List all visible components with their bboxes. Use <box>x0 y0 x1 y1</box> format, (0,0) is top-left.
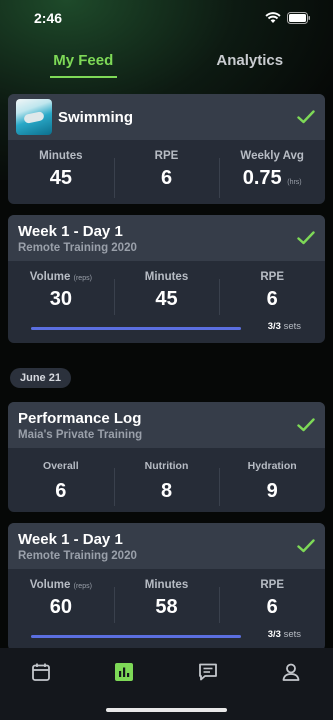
status-bar: 2:46 <box>0 0 333 36</box>
card-stats: Minutes 45 RPE 6 Weekly Avg 0.75 (hrs) <box>8 140 325 204</box>
stat-label-row: Volume (reps) <box>8 579 114 591</box>
stat-value: 0.75 <box>242 167 282 189</box>
check-icon <box>297 539 315 553</box>
stat-rpe: RPE 6 <box>219 579 325 629</box>
card-subtitle: Remote Training 2020 <box>18 242 137 254</box>
card-header: Performance Log Maia's Private Training <box>8 402 325 448</box>
nav-analytics[interactable] <box>112 660 136 684</box>
check-icon <box>297 231 315 245</box>
card-subtitle: Remote Training 2020 <box>18 550 137 562</box>
stat-label: Weekly Avg <box>240 150 304 162</box>
status-time: 2:46 <box>34 10 63 26</box>
stat-volume: Volume (reps) 60 <box>8 579 114 629</box>
stat-value: 30 <box>49 288 72 310</box>
feed-list: Swimming Minutes 45 RPE 6 Weekly Avg 0.7… <box>8 94 325 662</box>
stat-label: RPE <box>154 150 179 162</box>
stat-value: 6 <box>160 167 173 189</box>
tab-analytics-label: Analytics <box>216 52 284 69</box>
stat-rpe: RPE 6 <box>113 150 220 204</box>
nav-profile[interactable] <box>279 660 303 684</box>
progress-track <box>31 327 241 330</box>
sets-done: 3/3 <box>267 629 281 640</box>
progress-track <box>31 635 241 638</box>
progress-fill <box>31 635 241 638</box>
stat-label: Minutes <box>144 579 189 591</box>
stat-hydration: Hydration 9 <box>219 460 325 512</box>
calendar-icon <box>32 663 50 681</box>
card-header: Swimming <box>8 94 325 140</box>
status-icons <box>265 12 311 24</box>
date-divider: June 21 <box>10 368 71 388</box>
stat-value: 60 <box>49 596 72 618</box>
card-title: Week 1 - Day 1 <box>18 223 123 240</box>
card-stats: Volume (reps) 60 Minutes 58 RPE 6 <box>8 569 325 629</box>
stat-label: Overall <box>43 460 79 472</box>
sets-suffix: sets <box>283 321 301 332</box>
progress-fill <box>31 327 241 330</box>
wifi-icon <box>265 12 281 23</box>
workout-card-week1-day1[interactable]: Week 1 - Day 1 Remote Training 2020 Volu… <box>8 523 325 651</box>
home-indicator <box>106 708 227 712</box>
stat-label-unit: (reps) <box>73 275 92 282</box>
stat-value-row: 0.75 (hrs) <box>219 167 325 190</box>
profile-icon <box>282 663 300 681</box>
battery-icon <box>287 12 310 24</box>
card-title: Week 1 - Day 1 <box>18 531 123 548</box>
stat-label: Volume <box>29 579 71 591</box>
stat-label: RPE <box>260 579 284 591</box>
sets-count: 3/3 sets <box>268 321 301 332</box>
stat-minutes: Minutes 45 <box>8 150 114 204</box>
tab-my-feed-label: My Feed <box>53 52 114 69</box>
stat-label: Hydration <box>247 460 297 472</box>
stat-value: 9 <box>266 480 278 502</box>
card-title: Swimming <box>58 108 134 126</box>
nav-messages[interactable] <box>196 660 220 684</box>
stat-label-unit: (reps) <box>73 583 92 590</box>
card-stats: Overall 6 Nutrition 8 Hydration 9 <box>8 448 325 512</box>
card-stats: Volume (reps) 30 Minutes 45 RPE 6 <box>8 261 325 321</box>
stat-label: Nutrition <box>144 460 189 472</box>
check-icon <box>297 110 315 124</box>
stat-label: RPE <box>260 271 284 283</box>
check-icon <box>297 418 315 432</box>
card-subtitle: Maia's Private Training <box>18 429 143 441</box>
sets-done: 3/3 <box>267 321 281 332</box>
stat-value: 58 <box>155 596 178 618</box>
stat-value: 6 <box>266 596 278 618</box>
swimming-thumbnail <box>16 99 52 135</box>
stat-value: 45 <box>155 288 178 310</box>
feed-tabs: My Feed Analytics <box>0 46 333 80</box>
sets-progress: 3/3 sets <box>8 321 325 343</box>
stat-value: 6 <box>266 288 278 310</box>
card-header: Week 1 - Day 1 Remote Training 2020 <box>8 523 325 569</box>
card-header: Week 1 - Day 1 Remote Training 2020 <box>8 215 325 261</box>
stat-label: Volume <box>29 271 71 283</box>
sets-count: 3/3 sets <box>268 629 301 640</box>
performance-log-card[interactable]: Performance Log Maia's Private Training … <box>8 402 325 512</box>
stat-unit: (hrs) <box>287 179 302 186</box>
stat-value: 6 <box>55 480 67 502</box>
stat-label: Minutes <box>39 150 83 162</box>
stat-minutes: Minutes 58 <box>113 579 220 629</box>
stat-nutrition: Nutrition 8 <box>113 460 220 512</box>
message-icon <box>199 663 217 681</box>
stat-volume: Volume (reps) 30 <box>8 271 114 321</box>
stat-label: Minutes <box>144 271 189 283</box>
tab-my-feed[interactable]: My Feed <box>0 46 167 80</box>
card-title: Performance Log <box>18 410 142 427</box>
activity-card-swimming[interactable]: Swimming Minutes 45 RPE 6 Weekly Avg 0.7… <box>8 94 325 204</box>
workout-card-week1-day1[interactable]: Week 1 - Day 1 Remote Training 2020 Volu… <box>8 215 325 343</box>
stat-value: 45 <box>49 167 72 189</box>
stat-label-row: Volume (reps) <box>8 271 114 283</box>
stat-minutes: Minutes 45 <box>113 271 220 321</box>
sets-suffix: sets <box>283 629 301 640</box>
stat-rpe: RPE 6 <box>219 271 325 321</box>
tab-analytics[interactable]: Analytics <box>167 46 333 80</box>
stat-overall: Overall 6 <box>8 460 114 512</box>
stat-weekly-avg: Weekly Avg 0.75 (hrs) <box>219 150 325 204</box>
tab-active-indicator <box>50 76 117 78</box>
bar-chart-icon <box>115 663 133 681</box>
nav-calendar[interactable] <box>29 660 53 684</box>
stat-value: 8 <box>160 480 173 502</box>
